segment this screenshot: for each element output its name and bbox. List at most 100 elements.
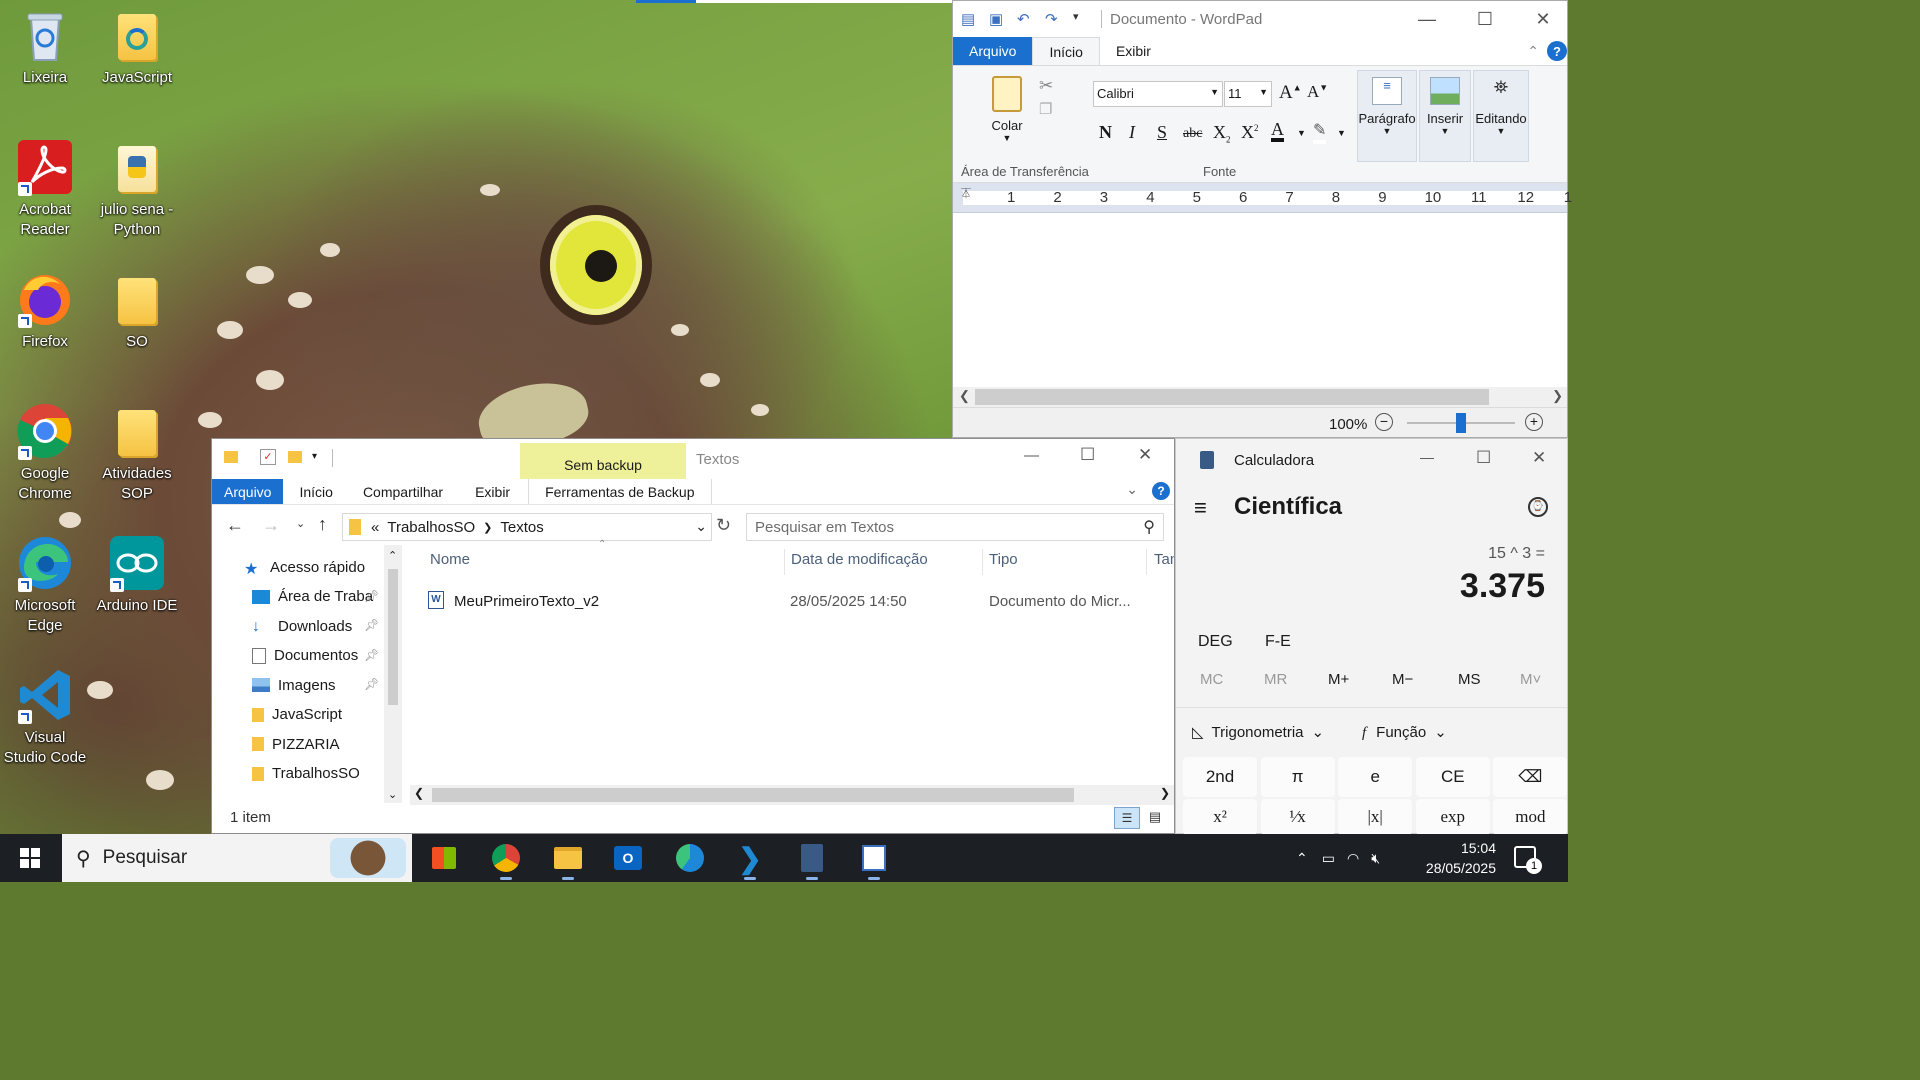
memory-clear-button[interactable]: MC — [1200, 671, 1223, 688]
nav-item[interactable]: Imagens — [252, 672, 336, 698]
pi-button[interactable]: π — [1260, 757, 1335, 797]
superscript-icon[interactable]: X2 — [1241, 122, 1259, 143]
column-header-data[interactable]: Data de modificação — [791, 551, 928, 568]
file-row[interactable]: W MeuPrimeiroTexto_v2 28/05/2025 14:50 D… — [424, 587, 1164, 613]
nav-item[interactable]: Área de Traba — [252, 584, 373, 610]
document-editor[interactable] — [953, 213, 1567, 405]
breadcrumb-trabalhosso[interactable]: TrabalhosSO — [387, 519, 475, 536]
insert-button[interactable]: Inserir ▼ — [1419, 70, 1471, 162]
copy-icon[interactable]: ❐ — [1039, 100, 1052, 118]
maximize-button[interactable]: ☐ — [1080, 445, 1095, 465]
volume-muted-icon[interactable]: 🔇︎ — [1371, 850, 1380, 867]
desktop-icon-arduino[interactable]: Arduino IDE — [94, 534, 180, 616]
history-icon[interactable]: ⌚ — [1528, 497, 1548, 517]
expand-ribbon-icon[interactable]: ⌄ — [1126, 481, 1138, 504]
minimize-button[interactable]: — — [1420, 449, 1434, 465]
close-button[interactable]: ✕ — [1532, 448, 1546, 468]
start-button[interactable] — [2, 834, 58, 882]
memory-store-button[interactable]: MS — [1458, 671, 1481, 688]
maximize-button[interactable]: ☐ — [1457, 1, 1513, 37]
highlight-icon[interactable]: ✎ — [1313, 120, 1327, 144]
memory-recall-button[interactable]: MR — [1264, 671, 1287, 688]
minimize-button[interactable]: — — [1399, 1, 1455, 37]
taskbar-vscode[interactable]: ❯ — [722, 834, 778, 882]
undo-icon[interactable]: ↶ — [1017, 10, 1039, 28]
taskbar-edge[interactable] — [662, 834, 718, 882]
underline-button[interactable]: S — [1157, 122, 1167, 143]
font-family-select[interactable]: Calibri ▼ — [1093, 81, 1223, 107]
wordpad-window[interactable]: ▤ ▣ ↶ ↷ ▾ Documento - WordPad — ☐ ✕ Arqu… — [952, 0, 1572, 438]
navigation-scrollbar[interactable]: ⌃ ⌄ — [384, 545, 402, 803]
taskbar-wordpad[interactable] — [846, 834, 902, 882]
breadcrumb-root[interactable]: « — [371, 519, 379, 536]
desktop-icon-firefox[interactable]: Firefox — [2, 270, 88, 352]
pin-icon[interactable]: 📌︎ — [364, 618, 379, 632]
chevron-down-icon[interactable]: ⌄ — [695, 518, 707, 535]
customize-quick-access-icon[interactable]: ▾ — [1073, 10, 1095, 28]
help-icon[interactable]: ? — [1152, 482, 1170, 500]
forward-icon[interactable]: → — [262, 515, 280, 536]
mod-button[interactable]: mod — [1493, 799, 1568, 835]
chevron-down-icon[interactable]: ▼ — [1337, 128, 1346, 138]
tab-arquivo[interactable]: Arquivo — [212, 479, 284, 504]
angle-unit-button[interactable]: DEG — [1198, 633, 1233, 651]
column-header-tamanho[interactable]: Tan — [1154, 551, 1174, 568]
desktop-icon-python[interactable]: julio sena - Python — [94, 138, 180, 240]
editing-button[interactable]: ⛯ Editando ▼ — [1473, 70, 1529, 162]
pin-icon[interactable]: 📌︎ — [364, 648, 379, 662]
clock[interactable]: 15:04 28/05/2025 — [1412, 838, 1496, 878]
scroll-right-icon[interactable]: ❯ — [1552, 388, 1563, 404]
taskbar-outlook[interactable]: O — [600, 834, 656, 882]
scroll-left-icon[interactable]: ❮ — [959, 388, 970, 404]
minimize-button[interactable]: — — [1024, 447, 1039, 464]
close-button[interactable]: ✕ — [1515, 1, 1571, 37]
details-view-icon[interactable]: ☰ — [1114, 807, 1140, 829]
help-icon[interactable]: ? — [1547, 41, 1567, 61]
taskbar-chrome[interactable] — [478, 834, 534, 882]
desktop-icon-recycle-bin[interactable]: Lixeira — [2, 6, 88, 88]
wifi-icon[interactable]: ◠ — [1347, 850, 1359, 867]
search-icon[interactable]: ⚲ — [1143, 517, 1155, 537]
paste-button[interactable]: Colar ▼ — [983, 70, 1031, 143]
scroll-down-icon[interactable]: ⌄ — [388, 788, 397, 801]
chevron-down-icon[interactable]: ▼ — [1297, 128, 1306, 138]
pin-icon[interactable]: 📌︎ — [364, 589, 379, 603]
euler-button[interactable]: e — [1338, 757, 1413, 797]
desktop-icon-so[interactable]: SO — [94, 270, 180, 352]
scrollbar-thumb[interactable] — [975, 389, 1489, 405]
zoom-slider-thumb[interactable] — [1456, 413, 1466, 433]
up-icon[interactable]: ↑ — [318, 514, 327, 535]
trigonometry-dropdown[interactable]: ◺ Trigonometria ⌄ — [1192, 723, 1324, 741]
close-button[interactable]: ✕ — [1138, 445, 1152, 465]
back-icon[interactable]: ← — [226, 515, 244, 536]
tab-ferramentas-backup[interactable]: Ferramentas de Backup — [528, 479, 712, 504]
taskbar-store[interactable] — [416, 834, 472, 882]
breadcrumb-textos[interactable]: Textos — [500, 519, 543, 536]
file-explorer-window[interactable]: ✓ ▾ Sem backup Textos — ☐ ✕ Arquivo Iníc… — [211, 438, 1175, 834]
nav-item[interactable]: JavaScript — [252, 702, 342, 728]
nav-item[interactable]: TrabalhosSO — [252, 761, 360, 787]
tab-exibir[interactable]: Exibir — [455, 479, 522, 504]
cut-icon[interactable]: ✂ — [1039, 76, 1053, 96]
indent-marker-icon[interactable]: ⏄ — [961, 185, 971, 200]
subscript-icon[interactable]: X2 — [1213, 122, 1231, 145]
search-input[interactable]: Pesquisar em Textos ⚲ — [746, 513, 1164, 541]
show-hidden-icons-icon[interactable]: ⌃ — [1296, 850, 1308, 867]
scrollbar-thumb[interactable] — [388, 569, 398, 705]
taskbar-calculator[interactable] — [784, 834, 840, 882]
zoom-slider[interactable] — [1407, 413, 1515, 433]
square-button[interactable]: x² — [1183, 799, 1257, 835]
taskbar-search-input[interactable]: ⚲ Pesquisar — [62, 834, 412, 882]
zoom-out-icon[interactable]: − — [1375, 413, 1393, 431]
memory-add-button[interactable]: M+ — [1328, 671, 1349, 688]
collapse-ribbon-icon[interactable]: ⌃ — [1519, 37, 1547, 65]
scroll-up-icon[interactable]: ⌃ — [388, 549, 397, 562]
wordpad-horizontal-scrollbar[interactable]: ❮ ❯ — [953, 387, 1567, 407]
nav-item[interactable]: ↓ Downloads — [252, 613, 352, 639]
nav-item[interactable]: ★ Acesso rápido — [244, 554, 365, 580]
tab-inicio[interactable]: Início — [283, 479, 344, 504]
desktop-icon-javascript[interactable]: JavaScript — [94, 6, 180, 88]
new-folder-icon[interactable] — [288, 451, 302, 463]
italic-button[interactable]: I — [1129, 122, 1135, 143]
column-header-tipo[interactable]: Tipo — [989, 551, 1018, 568]
